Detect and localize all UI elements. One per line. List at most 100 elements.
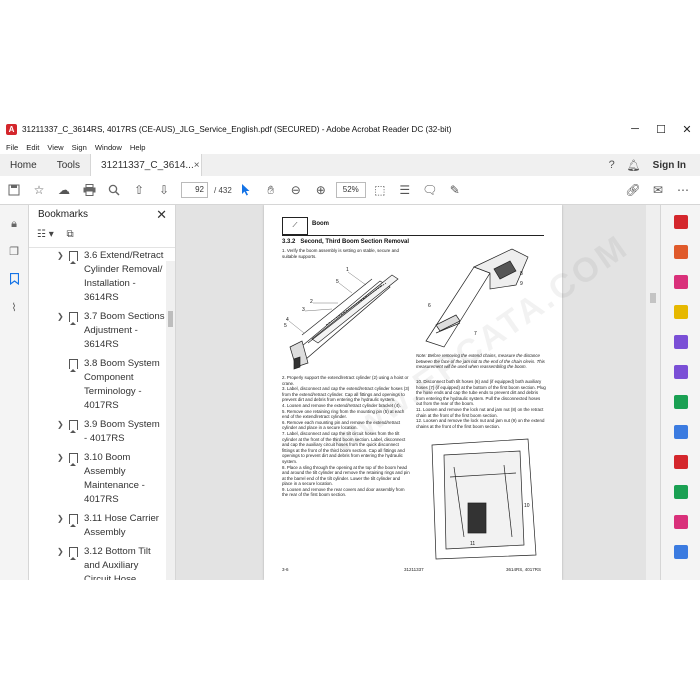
star-icon[interactable]: ☆ bbox=[28, 179, 50, 201]
sign-in-button[interactable]: Sign In bbox=[645, 160, 700, 171]
page-number-input[interactable]: 92 bbox=[181, 182, 208, 198]
mail-icon[interactable]: ✉ bbox=[647, 179, 669, 201]
step-1-text: 1. Verify the boom assembly is setting o… bbox=[282, 248, 399, 259]
right-column-steps: 10. Disconnect both tilt hoses (6) and (… bbox=[416, 379, 546, 429]
title-bar: A 31211337_C_3614RS, 4017RS (CE-AUS)_JLG… bbox=[0, 118, 700, 140]
boom-rear-figure: 10 11 bbox=[431, 438, 537, 560]
tab-document[interactable]: 31211337_C_3614... × bbox=[90, 154, 203, 176]
bookmark-tools: ☷ ▾ ⧉ bbox=[37, 229, 74, 240]
bookmark-ribbon-icon bbox=[69, 312, 78, 325]
bookmark-item[interactable]: ❯ 3.6 Extend/Retract Cylinder Removal/ I… bbox=[29, 249, 165, 305]
protect-icon[interactable] bbox=[674, 455, 688, 469]
find-bookmark-icon[interactable]: ⧉ bbox=[67, 229, 74, 240]
menu-edit[interactable]: Edit bbox=[26, 143, 39, 152]
bookmarks-panel: Bookmarks ✕ ☷ ▾ ⧉ ❯ 3.6 Extend/Retract C… bbox=[29, 205, 176, 580]
bookmark-item[interactable]: ❯ 3.12 Bottom Tilt and Auxiliary Circuit… bbox=[29, 545, 165, 580]
menu-sign[interactable]: Sign bbox=[72, 143, 87, 152]
send-for-signature-icon[interactable] bbox=[674, 485, 688, 499]
pdf-page: www.EPCATA.COM ⟋ Boom 3.3.2 Second, Thir… bbox=[264, 205, 636, 580]
document-viewport[interactable]: www.EPCATA.COM ⟋ Boom 3.3.2 Second, Thir… bbox=[176, 205, 660, 580]
bookmark-icon[interactable] bbox=[7, 272, 21, 287]
menu-help[interactable]: Help bbox=[130, 143, 146, 152]
scroll-mode-icon[interactable]: ☰ bbox=[394, 179, 416, 201]
callout-2: 2 bbox=[310, 299, 313, 305]
tab-home[interactable]: Home bbox=[0, 154, 47, 176]
edit-pdf-icon[interactable] bbox=[674, 275, 688, 289]
page-up-icon[interactable]: ⇧ bbox=[128, 179, 150, 201]
page-header-title: Boom bbox=[312, 221, 329, 227]
close-panel-icon[interactable]: ✕ bbox=[156, 207, 167, 223]
hand-icon[interactable]: ✋︎ bbox=[260, 179, 282, 201]
highlight-pen-icon[interactable]: ✎ bbox=[444, 179, 466, 201]
upload-cloud-icon[interactable]: ☁ bbox=[53, 179, 75, 201]
scan-icon[interactable] bbox=[674, 425, 688, 439]
save-icon[interactable] bbox=[3, 179, 25, 201]
window-title: 31211337_C_3614RS, 4017RS (CE-AUS)_JLG_S… bbox=[22, 124, 452, 134]
cursor-select-icon[interactable] bbox=[235, 179, 257, 201]
tab-bar: Home Tools 31211337_C_3614... × ? 🔔︎ Sig… bbox=[0, 154, 700, 177]
bookmark-ribbon-icon bbox=[69, 420, 78, 433]
bookmark-item[interactable]: ❯ 3.10 Boom Assembly Maintenance - 4017R… bbox=[29, 451, 165, 507]
search-icon[interactable] bbox=[103, 179, 125, 201]
bookmark-ribbon-icon bbox=[69, 547, 78, 560]
fill-sign-icon[interactable] bbox=[674, 395, 688, 409]
bookmark-item[interactable]: 3.8 Boom System Component Terminology - … bbox=[29, 357, 165, 413]
expand-chevron-icon[interactable]: ❯ bbox=[57, 512, 64, 526]
close-window-button[interactable]: ✕ bbox=[674, 118, 700, 140]
more-tools-icon[interactable]: ⋯ bbox=[672, 179, 694, 201]
expand-chevron-icon[interactable]: ❯ bbox=[57, 310, 64, 324]
lock-icon[interactable]: 🔒︎ bbox=[7, 217, 21, 231]
bell-icon[interactable]: 🔔︎ bbox=[623, 159, 645, 172]
options-menu-icon[interactable]: ☷ ▾ bbox=[37, 229, 54, 240]
expand-chevron-icon[interactable]: ❯ bbox=[57, 249, 64, 263]
bookmark-item[interactable]: ❯ 3.9 Boom System - 4017RS bbox=[29, 418, 165, 446]
more-tools-rail-icon[interactable] bbox=[674, 545, 688, 559]
link-icon[interactable]: 🔗︎ bbox=[622, 179, 644, 201]
comment-tool-icon[interactable] bbox=[674, 305, 688, 319]
page-down-icon[interactable]: ⇩ bbox=[153, 179, 175, 201]
callout-6: 6 bbox=[428, 303, 431, 309]
zoom-select[interactable]: 52% bbox=[335, 182, 366, 198]
help-icon[interactable]: ? bbox=[601, 159, 623, 171]
maximize-button[interactable]: ☐ bbox=[648, 118, 674, 140]
redact-icon[interactable] bbox=[674, 515, 688, 529]
menu-file[interactable]: File bbox=[6, 143, 18, 152]
expand-chevron-icon[interactable]: ❯ bbox=[57, 418, 64, 432]
minimize-button[interactable]: ─ bbox=[622, 118, 648, 140]
export-pdf-icon[interactable] bbox=[674, 215, 688, 229]
note-text: Note: Before removing the extend chains,… bbox=[416, 353, 545, 370]
zoom-in-icon[interactable]: ⊕ bbox=[310, 179, 332, 201]
bookmark-ribbon-icon bbox=[69, 453, 78, 466]
menu-view[interactable]: View bbox=[47, 143, 63, 152]
expand-chevron-icon[interactable]: ❯ bbox=[57, 545, 64, 559]
bookmark-item[interactable]: ❯ 3.11 Hose Carrier Assembly bbox=[29, 512, 165, 540]
callout-5b: 5 bbox=[284, 323, 287, 329]
bookmarks-scroll-thumb[interactable] bbox=[168, 311, 173, 327]
footer-page-number: 3-6 bbox=[282, 567, 289, 572]
navigation-rail: 🔒︎ ❐ ⌇ bbox=[0, 205, 29, 580]
bookmarks-scrollbar[interactable] bbox=[166, 261, 175, 580]
page-thumbnails-icon[interactable]: ❐ bbox=[7, 245, 21, 259]
expand-chevron-icon[interactable]: ❯ bbox=[57, 451, 64, 465]
comment-icon[interactable]: 🗨︎ bbox=[419, 179, 441, 201]
print-icon[interactable] bbox=[78, 179, 100, 201]
bookmark-ribbon-icon bbox=[69, 359, 78, 372]
callout-5: 5 bbox=[336, 279, 339, 285]
document-scrollbar[interactable] bbox=[646, 205, 660, 580]
create-pdf-icon[interactable] bbox=[674, 245, 688, 259]
bookmark-ribbon-icon bbox=[69, 514, 78, 527]
bookmark-ribbon-icon bbox=[69, 251, 78, 264]
attachment-icon[interactable]: ⌇ bbox=[7, 301, 21, 315]
boom-head-figure: 6 8 9 7 bbox=[425, 248, 529, 348]
fit-page-icon[interactable]: ⬚ bbox=[369, 179, 391, 201]
tab-close-icon[interactable]: × bbox=[194, 160, 200, 171]
combine-files-icon[interactable] bbox=[674, 335, 688, 349]
zoom-out-icon[interactable]: ⊖ bbox=[285, 179, 307, 201]
bookmark-item[interactable]: ❯ 3.7 Boom Sections Adjustment - 3614RS bbox=[29, 310, 165, 352]
callout-9: 9 bbox=[520, 281, 523, 287]
callout-1: 1 bbox=[346, 267, 349, 273]
menu-window[interactable]: Window bbox=[95, 143, 122, 152]
tab-tools[interactable]: Tools bbox=[47, 154, 90, 176]
document-scroll-thumb[interactable] bbox=[650, 293, 656, 303]
organize-pages-icon[interactable] bbox=[674, 365, 688, 379]
